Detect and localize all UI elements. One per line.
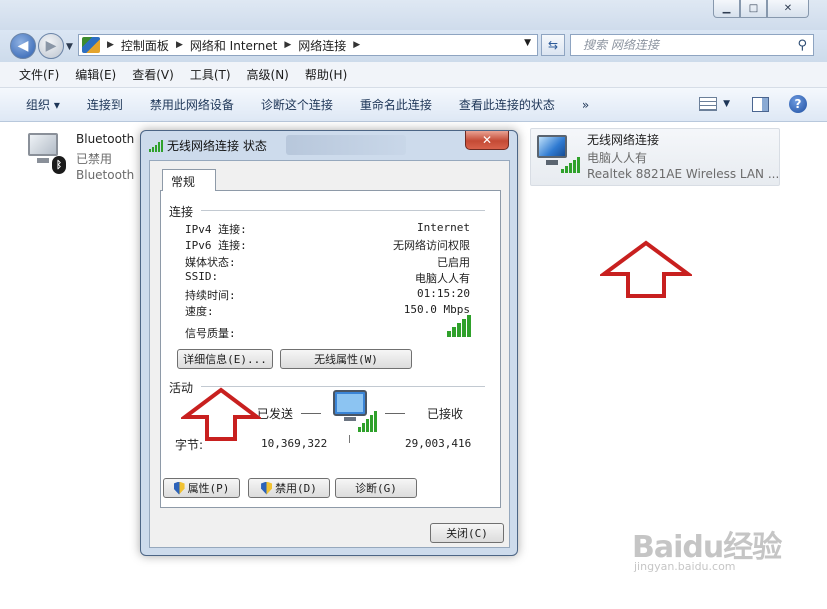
dialog-close-button[interactable]: ✕	[465, 131, 509, 150]
disable-device-button[interactable]: 禁用此网络设备	[150, 96, 234, 113]
menu-view[interactable]: 查看(V)	[132, 66, 174, 83]
baidu-watermark-logo: Baidu经验 jingyan.baidu.com	[632, 522, 782, 573]
recent-pages-dropdown-icon[interactable]: ▼	[66, 42, 73, 52]
wireless-connection-item[interactable]: 无线网络连接 电脑人人有 Realtek 8821AE Wireless LAN…	[530, 128, 780, 186]
ipv4-label: IPv4 连接:	[185, 223, 247, 236]
uac-shield-icon	[173, 481, 185, 495]
control-panel-icon	[82, 37, 100, 53]
sent-label: 已发送	[257, 407, 294, 421]
rename-connection-button[interactable]: 重命名此连接	[360, 96, 432, 113]
speed-label: 速度:	[185, 305, 214, 318]
view-status-button[interactable]: 查看此连接的状态	[459, 96, 555, 113]
ipv4-value: Internet	[417, 221, 470, 234]
search-box: ⚲	[570, 34, 814, 56]
preview-pane-icon[interactable]	[752, 96, 769, 112]
ssid-value: 电脑人人有	[415, 272, 470, 285]
sent-line	[301, 413, 321, 414]
search-input[interactable]	[583, 38, 783, 52]
ipv6-label: IPv6 连接:	[185, 239, 247, 252]
duration-label: 持续时间:	[185, 289, 236, 302]
refresh-button[interactable]: ⇆	[541, 34, 565, 56]
menu-tools[interactable]: 工具(T)	[190, 66, 231, 83]
bytes-received-value: 29,003,416	[405, 437, 472, 450]
breadcrumb-control-panel[interactable]: 控制面板	[121, 37, 169, 54]
breadcrumb-separator-icon[interactable]: ▶	[353, 40, 360, 50]
wireless-network-icon	[535, 133, 580, 177]
annotation-arrow-up-icon	[600, 240, 692, 298]
media-state-value: 已启用	[437, 256, 470, 269]
close-window-button[interactable]: ✕	[767, 0, 809, 18]
connection-name: 无线网络连接	[587, 133, 660, 147]
wireless-properties-button[interactable]: 无线属性(W)	[280, 349, 412, 369]
address-bar[interactable]: ▶ 控制面板 ▶ 网络和 Internet ▶ 网络连接 ▶ ▼	[78, 34, 538, 56]
signal-quality-label: 信号质量:	[185, 327, 236, 340]
ssid-label: SSID:	[185, 270, 219, 283]
signal-strength-icon	[447, 315, 471, 337]
view-controls: ▼ ?	[699, 95, 807, 113]
wireless-status-dialog: 无线网络连接 状态 ✕ 常规 连接 IPv4 连接: Internet IPv6…	[140, 130, 518, 556]
watermark-url: jingyan.baidu.com	[634, 560, 736, 573]
duration-value: 01:15:20	[417, 287, 470, 300]
section-divider	[201, 210, 485, 211]
window-titlebar: ▁ □ ✕	[0, 0, 827, 30]
ipv6-value: 无网络访问权限	[393, 239, 470, 252]
received-label: 已接收	[427, 407, 464, 421]
received-line	[385, 413, 405, 414]
change-view-icon[interactable]	[699, 97, 718, 111]
breadcrumb-separator-icon[interactable]: ▶	[284, 40, 291, 50]
breadcrumb-separator-icon[interactable]: ▶	[107, 40, 114, 50]
menu-edit[interactable]: 编辑(E)	[75, 66, 116, 83]
media-state-label: 媒体状态:	[185, 256, 236, 269]
dialog-body: 常规 连接 IPv4 连接: Internet IPv6 连接: 无网络访问权限…	[149, 160, 510, 548]
diagnose-button[interactable]: 诊断(G)	[335, 478, 417, 498]
window-controls: ▁ □ ✕	[713, 0, 809, 18]
connection-device: Realtek 8821AE Wireless LAN ...	[587, 167, 780, 181]
menu-help[interactable]: 帮助(H)	[305, 66, 347, 83]
menu-bar: 文件(F) 编辑(E) 查看(V) 工具(T) 高级(N) 帮助(H)	[0, 62, 827, 88]
view-dropdown-icon[interactable]: ▼	[723, 99, 730, 109]
minimize-button[interactable]: ▁	[713, 0, 740, 18]
breadcrumb-network-internet[interactable]: 网络和 Internet	[190, 37, 277, 54]
diagnose-connection-button[interactable]: 诊断这个连接	[261, 96, 333, 113]
menu-advanced[interactable]: 高级(N)	[247, 66, 289, 83]
more-commands-button[interactable]: »	[582, 98, 589, 112]
maximize-button[interactable]: □	[740, 0, 767, 18]
annotation-arrow-up-icon	[181, 387, 261, 441]
connect-to-button[interactable]: 连接到	[87, 96, 123, 113]
close-button[interactable]: 关闭(C)	[430, 523, 504, 543]
bytes-sent-value: 10,369,322	[261, 437, 328, 450]
disable-button[interactable]: 禁用(D)	[248, 478, 330, 498]
connection-status: 已禁用	[76, 152, 113, 166]
back-button[interactable]: ◀	[10, 33, 36, 59]
properties-button[interactable]: 属性(P)	[163, 478, 240, 498]
help-icon[interactable]: ?	[789, 95, 807, 113]
breadcrumb-separator-icon[interactable]: ▶	[176, 40, 183, 50]
connection-status: 电脑人人有	[587, 151, 648, 165]
forward-button[interactable]: ▶	[38, 33, 64, 59]
details-button[interactable]: 详细信息(E)...	[177, 349, 273, 369]
connection-device: Bluetooth	[76, 168, 135, 182]
general-tab-panel: 连接 IPv4 连接: Internet IPv6 连接: 无网络访问权限 媒体…	[160, 190, 501, 508]
connection-name: Bluetooth	[76, 132, 135, 146]
search-icon[interactable]: ⚲	[797, 38, 807, 53]
network-activity-icon	[333, 390, 377, 443]
organize-button[interactable]: 组织 ▾	[26, 96, 60, 113]
uac-shield-icon	[261, 481, 273, 495]
breadcrumb-network-connections[interactable]: 网络连接	[298, 37, 346, 54]
address-dropdown-icon[interactable]: ▼	[524, 38, 531, 48]
command-bar: 组织 ▾ 连接到 禁用此网络设备 诊断这个连接 重命名此连接 查看此连接的状态 …	[0, 88, 827, 122]
connection-section-title: 连接	[169, 205, 194, 219]
menu-file[interactable]: 文件(F)	[19, 66, 59, 83]
tab-general[interactable]: 常规	[162, 169, 216, 191]
bluetooth-network-icon: ᛒ	[24, 130, 68, 174]
dialog-title: 无线网络连接 状态	[167, 138, 267, 153]
